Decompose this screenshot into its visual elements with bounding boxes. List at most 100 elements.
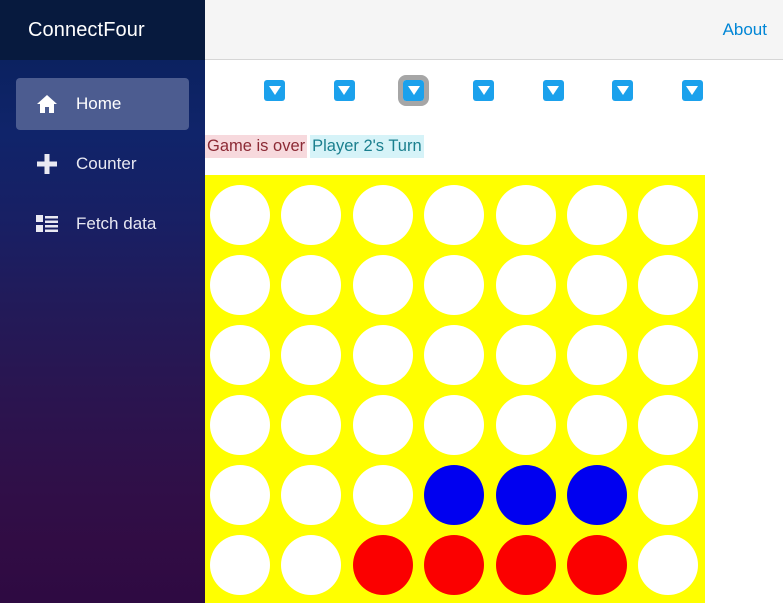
disc-empty: [638, 255, 699, 315]
board-cell-r5-c4[interactable]: [419, 460, 489, 530]
disc-player1: [352, 535, 413, 595]
triangle-down-icon: [686, 86, 699, 95]
drop-button-column-7[interactable]: [681, 80, 703, 101]
board-cell-r2-c4[interactable]: [419, 250, 489, 320]
board-cell-r2-c3[interactable]: [348, 250, 418, 320]
disc-empty: [352, 465, 413, 525]
drop-button-column-1[interactable]: [264, 80, 286, 101]
drop-button-row: [240, 75, 740, 106]
drop-button-cell-1: [240, 80, 310, 101]
board-cell-r4-c4[interactable]: [419, 390, 489, 460]
board-cell-r6-c2[interactable]: [276, 530, 346, 600]
drop-button-cell-6: [588, 80, 658, 101]
disc-empty: [566, 325, 627, 385]
disc-player1: [566, 535, 627, 595]
board-cell-r4-c7[interactable]: [634, 390, 704, 460]
disc-empty: [424, 185, 485, 245]
drop-button-column-3[interactable]: [398, 75, 430, 106]
sidebar: ConnectFour Home Counter Fetch data: [0, 0, 205, 603]
disc-empty: [424, 395, 485, 455]
disc-empty: [638, 325, 699, 385]
board-cell-r6-c1[interactable]: [205, 530, 275, 600]
drop-button-cell-7: [658, 80, 728, 101]
brand-bar: ConnectFour: [0, 0, 205, 60]
board-cell-r4-c6[interactable]: [562, 390, 632, 460]
disc-empty: [281, 325, 342, 385]
sidebar-nav: Home Counter Fetch data: [0, 60, 205, 258]
board-cell-r3-c6[interactable]: [562, 320, 632, 390]
board-cell-r4-c1[interactable]: [205, 390, 275, 460]
board-cell-r4-c2[interactable]: [276, 390, 346, 460]
drop-button-column-2[interactable]: [333, 80, 355, 101]
drop-button-column-5[interactable]: [542, 80, 564, 101]
disc-empty: [209, 255, 270, 315]
board-cell-r1-c4[interactable]: [419, 180, 489, 250]
triangle-down-icon: [477, 86, 490, 95]
board-cell-r1-c7[interactable]: [634, 180, 704, 250]
drop-button-column-6[interactable]: [612, 80, 634, 101]
status-badge-turn: Player 2's Turn: [310, 135, 424, 158]
board-cell-r6-c5[interactable]: [491, 530, 561, 600]
triangle-down-icon: [407, 86, 420, 95]
board-cell-r5-c5[interactable]: [491, 460, 561, 530]
about-link[interactable]: About: [723, 20, 767, 40]
triangle-down-icon: [547, 86, 560, 95]
board-cell-r5-c2[interactable]: [276, 460, 346, 530]
sidebar-item-fetch-data[interactable]: Fetch data: [16, 198, 189, 250]
board-cell-r5-c1[interactable]: [205, 460, 275, 530]
disc-empty: [281, 465, 342, 525]
disc-empty: [209, 325, 270, 385]
disc-empty: [209, 465, 270, 525]
sidebar-item-home[interactable]: Home: [16, 78, 189, 130]
disc-empty: [352, 395, 413, 455]
disc-empty: [281, 255, 342, 315]
board-cell-r4-c5[interactable]: [491, 390, 561, 460]
board-cell-r3-c7[interactable]: [634, 320, 704, 390]
board-cell-r3-c5[interactable]: [491, 320, 561, 390]
board-cell-r2-c2[interactable]: [276, 250, 346, 320]
disc-player2: [495, 465, 556, 525]
disc-player2: [424, 465, 485, 525]
board-cell-r5-c3[interactable]: [348, 460, 418, 530]
board-cell-r4-c3[interactable]: [348, 390, 418, 460]
board-cell-r5-c6[interactable]: [562, 460, 632, 530]
board-cell-r3-c4[interactable]: [419, 320, 489, 390]
drop-button-column-4[interactable]: [473, 80, 495, 101]
main-content: Game is over Player 2's Turn: [205, 61, 783, 603]
board-cell-r1-c5[interactable]: [491, 180, 561, 250]
board-cell-r6-c4[interactable]: [419, 530, 489, 600]
sidebar-item-label: Fetch data: [76, 214, 157, 233]
board-cell-r1-c2[interactable]: [276, 180, 346, 250]
board-cell-r3-c2[interactable]: [276, 320, 346, 390]
board-cell-r1-c3[interactable]: [348, 180, 418, 250]
triangle-down-icon: [338, 86, 351, 95]
board-cell-r3-c1[interactable]: [205, 320, 275, 390]
board-cell-r5-c7[interactable]: [634, 460, 704, 530]
disc-empty: [352, 185, 413, 245]
status-game-over: Game is over: [205, 135, 308, 158]
sidebar-item-counter[interactable]: Counter: [16, 138, 189, 190]
disc-empty: [566, 395, 627, 455]
disc-empty: [209, 535, 270, 595]
disc-empty: [281, 395, 342, 455]
board-cell-r1-c6[interactable]: [562, 180, 632, 250]
board-cell-r2-c1[interactable]: [205, 250, 275, 320]
board-cell-r6-c6[interactable]: [562, 530, 632, 600]
sidebar-item-label: Home: [76, 94, 122, 113]
disc-empty: [495, 395, 556, 455]
board-cell-r3-c3[interactable]: [348, 320, 418, 390]
disc-player1: [424, 535, 485, 595]
board-cell-r6-c7[interactable]: [634, 530, 704, 600]
disc-player2: [566, 465, 627, 525]
board-cell-r1-c1[interactable]: [205, 180, 275, 250]
list-icon: [34, 212, 60, 236]
disc-empty: [638, 465, 699, 525]
drop-button-cell-2: [310, 80, 380, 101]
board-cell-r6-c3[interactable]: [348, 530, 418, 600]
board-cell-r2-c7[interactable]: [634, 250, 704, 320]
disc-empty: [638, 535, 699, 595]
board-cell-r2-c5[interactable]: [491, 250, 561, 320]
top-bar: About: [205, 0, 783, 60]
disc-empty: [424, 325, 485, 385]
board-cell-r2-c6[interactable]: [562, 250, 632, 320]
